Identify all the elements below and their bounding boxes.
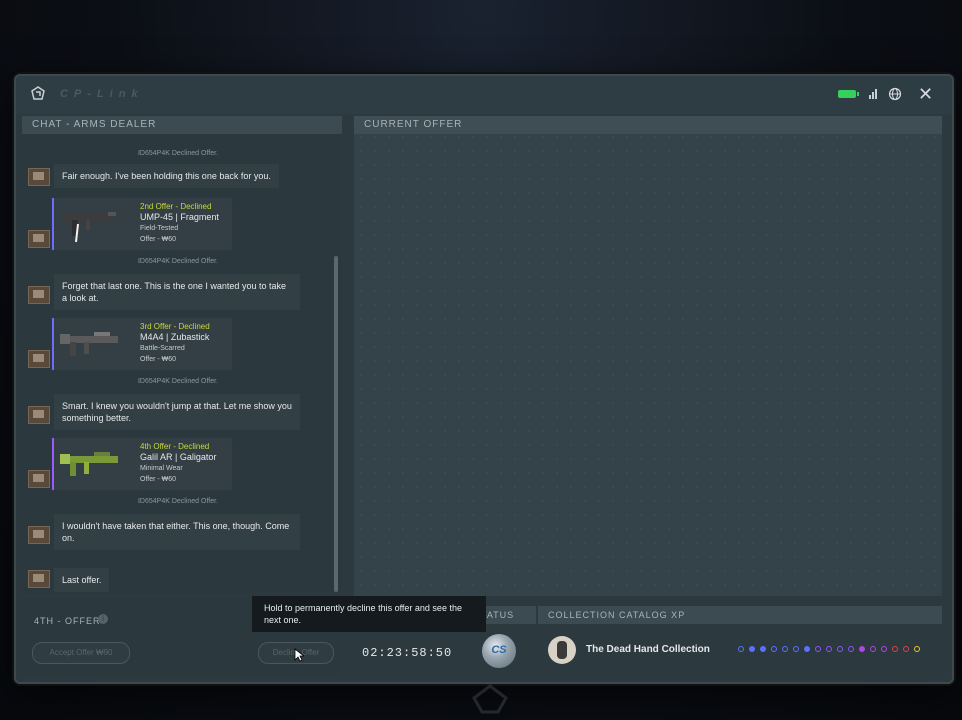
chat-scrollbar[interactable]	[334, 256, 338, 592]
cp-link-window: CP-Link ✕ CHAT - ARMS DEALER ID654P4K De…	[14, 74, 954, 684]
offer-item-wear: Minimal Wear	[140, 465, 183, 472]
dealer-avatar	[28, 350, 50, 368]
declined-note: ID654P4K Declined Offer.	[137, 498, 219, 505]
globe-icon[interactable]	[888, 87, 902, 101]
chat-header: CHAT - ARMS DEALER	[22, 116, 342, 134]
chat-message: Smart. I knew you wouldn't jump at that.…	[54, 394, 300, 430]
progress-dot	[914, 646, 920, 652]
signal-icon	[869, 89, 877, 99]
offer-status: 2nd Offer - Declined	[140, 202, 212, 211]
progress-dot	[859, 646, 865, 652]
ump45-weapon-image	[64, 212, 116, 243]
progress-dot	[815, 646, 821, 652]
offer-card[interactable]: 4th Offer - Declined Galil AR | Galigato…	[52, 438, 232, 490]
declined-note: ID654P4K Declined Offer.	[137, 150, 219, 157]
progress-dot	[881, 646, 887, 652]
offer-item-wear: Field-Tested	[140, 225, 179, 232]
offer-number-label: 4TH - OFFER	[34, 616, 101, 626]
collection-name: The Dead Hand Collection	[586, 644, 710, 655]
offer-status: 4th Offer - Declined	[140, 442, 210, 451]
chat-message: Forget that last one. This is the one I …	[54, 274, 300, 310]
chat-message: Last offer.	[54, 568, 110, 592]
dealer-avatar	[28, 406, 50, 424]
collection-progress-dots	[738, 646, 934, 654]
collection-catalog-header: COLLECTION CATALOG XP	[538, 606, 942, 624]
chat-message: I wouldn't have taken that either. This …	[54, 514, 300, 550]
dealer-avatar	[28, 286, 50, 304]
progress-dot	[738, 646, 744, 652]
progress-dot	[793, 646, 799, 652]
background-logo-icon	[472, 684, 508, 714]
chat-panel: CHAT - ARMS DEALER ID654P4K Declined Off…	[22, 116, 342, 594]
dealer-avatar	[28, 230, 50, 248]
progress-dot	[804, 646, 810, 652]
offer-card[interactable]: 2nd Offer - Declined UMP-45 | Fragment F…	[52, 198, 232, 250]
m4a4-weapon-image	[60, 332, 118, 356]
progress-dot	[826, 646, 832, 652]
chat-message: Fair enough. I've been holding this one …	[54, 164, 279, 188]
info-icon[interactable]: i	[98, 614, 108, 624]
brand-name: CP-Link	[60, 88, 144, 100]
declined-note: ID654P4K Declined Offer.	[137, 258, 219, 265]
dealer-avatar	[28, 570, 50, 588]
progress-dot	[837, 646, 843, 652]
progress-dot	[870, 646, 876, 652]
offer-status: 3rd Offer - Declined	[140, 322, 210, 331]
title-bar: CP-Link ✕	[16, 76, 952, 114]
dead-hand-collection-icon	[548, 636, 576, 664]
dealer-avatar	[28, 168, 50, 186]
offer-item-price: Offer - ₩60	[140, 356, 177, 363]
brand-logo-icon	[31, 86, 45, 100]
dealer-avatar	[28, 470, 50, 488]
countdown-timer: 02:23:58:50	[362, 646, 453, 660]
progress-dot	[892, 646, 898, 652]
mouse-cursor-icon	[294, 648, 304, 662]
offer-item-price: Offer - ₩60	[140, 236, 177, 243]
offer-item-name: UMP-45 | Fragment	[140, 212, 219, 222]
progress-dot	[782, 646, 788, 652]
progress-dot	[903, 646, 909, 652]
galil-weapon-image	[60, 452, 118, 476]
progress-dot	[848, 646, 854, 652]
progress-dot	[760, 646, 766, 652]
decline-tooltip: Hold to permanently decline this offer a…	[252, 596, 486, 632]
offer-card[interactable]: 3rd Offer - Declined M4A4 | Zubastick Ba…	[52, 318, 232, 370]
accept-offer-button[interactable]: Accept Offer ₩90	[32, 642, 130, 664]
collection-catalog: The Dead Hand Collection	[538, 624, 942, 674]
declined-note: ID654P4K Declined Offer.	[137, 378, 219, 385]
current-offer-panel: CURRENT OFFER	[354, 116, 942, 596]
offer-item-wear: Battle-Scarred	[140, 345, 185, 352]
current-offer-header: CURRENT OFFER	[354, 116, 942, 134]
chat-scroll-area[interactable]: ID654P4K Declined Offer. Fair enough. I'…	[22, 134, 334, 594]
dealer-avatar	[28, 526, 50, 544]
progress-dot	[771, 646, 777, 652]
progress-dot	[749, 646, 755, 652]
status-badge: CS	[482, 634, 516, 668]
close-icon[interactable]: ✕	[918, 84, 933, 104]
offer-item-name: M4A4 | Zubastick	[140, 332, 210, 342]
offer-item-price: Offer - ₩60	[140, 476, 177, 483]
offer-item-name: Galil AR | Galigator	[140, 452, 217, 462]
battery-icon	[838, 90, 859, 98]
